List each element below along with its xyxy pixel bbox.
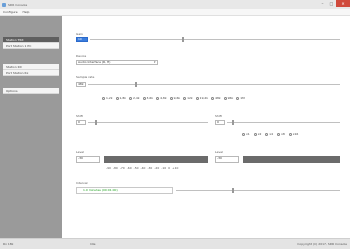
sidebar: Station TRX Port Station 1 PC Station RX…	[0, 16, 62, 238]
timer-label: Interval	[76, 181, 88, 185]
radio-icon	[129, 96, 133, 100]
timer-slider-track[interactable]	[176, 190, 340, 191]
sample-rate-slider-track[interactable]	[88, 84, 340, 85]
sample-rate-input[interactable]: 48k	[76, 82, 86, 87]
device-label: Device	[76, 54, 87, 58]
radio-icon	[211, 96, 215, 100]
minimize-button[interactable]: –	[318, 0, 327, 7]
sidebar-group-rx: Station RX Port Station Rx	[3, 64, 59, 76]
radio-icon	[288, 132, 292, 136]
window-title: SDR Console	[8, 2, 28, 7]
shift-right-slider-thumb[interactable]	[232, 120, 234, 125]
shift-right-label: Shift	[215, 114, 222, 118]
level-scale: -90 -80 -70 -60 -50 -40 -30 -20 -10 0 +1…	[106, 166, 179, 170]
sidebar-item-port-station-rx[interactable]: Port Station Rx	[3, 70, 59, 76]
device-select[interactable]: Audio Interface (R, H)	[76, 60, 158, 65]
multiplier-option[interactable]: x1	[242, 132, 250, 136]
window-controls: – □ ✕	[318, 0, 350, 9]
shift-left-slider-track[interactable]	[88, 122, 208, 123]
shift-left-label: Shift	[76, 114, 83, 118]
radio-icon	[265, 132, 269, 136]
radio-icon	[156, 96, 160, 100]
shift-right-input[interactable]: 0	[215, 120, 225, 125]
gain-slider-thumb[interactable]	[182, 37, 184, 42]
sidebar-item-options[interactable]: Options	[3, 88, 59, 94]
sidebar-item-port-station-pc[interactable]: Port Station 1 PC	[3, 43, 59, 49]
status-middle: Idle	[90, 242, 96, 246]
level-left-label: Level	[76, 150, 84, 154]
status-bar: Rx 18k Idle Copyright (C) 2017, SDR Cons…	[0, 238, 350, 249]
rate-option[interactable]: 12k	[183, 96, 193, 100]
rate-option[interactable]: 1M	[236, 96, 245, 100]
rate-option[interactable]: 1,2k	[102, 96, 113, 100]
radio-icon	[242, 132, 245, 136]
level-left-meter	[104, 156, 208, 163]
multiplier-option[interactable]: x2	[253, 132, 261, 136]
menu-bar: Configure Help	[0, 9, 350, 16]
radio-icon	[223, 96, 227, 100]
sample-rate-slider-thumb[interactable]	[135, 82, 137, 87]
shift-left-input[interactable]: 0	[76, 120, 86, 125]
close-button[interactable]: ✕	[336, 0, 350, 7]
radio-icon	[195, 96, 199, 100]
rate-option[interactable]: 3,6k	[142, 96, 153, 100]
level-right-input[interactable]: -30	[215, 156, 239, 163]
menu-help[interactable]: Help	[23, 10, 30, 14]
rate-option[interactable]: 9,6k	[169, 96, 180, 100]
radio-icon	[102, 96, 105, 100]
rate-option[interactable]: 2,4k	[129, 96, 140, 100]
status-right: Copyright (C) 2017, SDR Console	[297, 242, 347, 246]
sample-rate-label: Sample rate	[76, 75, 95, 79]
app-icon	[2, 2, 6, 7]
sidebar-group-options: Options	[3, 88, 59, 94]
radio-icon	[253, 132, 257, 136]
radio-icon	[115, 96, 119, 100]
maximize-button[interactable]: □	[327, 0, 336, 7]
rate-option[interactable]: 1,8k	[115, 96, 126, 100]
multiplier-option[interactable]: x8	[277, 132, 285, 136]
menu-configure[interactable]: Configure	[3, 10, 18, 14]
radio-icon	[277, 132, 281, 136]
radio-icon	[169, 96, 173, 100]
gain-slider-track[interactable]	[90, 39, 340, 40]
level-left-input[interactable]: -30	[76, 156, 100, 163]
timer-slider-thumb[interactable]	[232, 188, 234, 193]
shift-left-slider-thumb[interactable]	[95, 120, 97, 125]
multiplier-options: x1 x2 x4 x8 x16	[242, 132, 298, 136]
rate-option[interactable]: 19,2k	[195, 96, 208, 100]
status-left: Rx 18k	[3, 242, 14, 246]
radio-icon	[142, 96, 146, 100]
gain-label: Gain	[76, 32, 83, 36]
app-window: SDR Console – □ ✕ Configure Help Station…	[0, 0, 350, 249]
sidebar-group-trx: Station TRX Port Station 1 PC	[3, 37, 59, 49]
level-right-meter	[243, 156, 340, 163]
rate-option[interactable]: 48k	[211, 96, 221, 100]
sample-rate-options: 1,2k 1,8k 2,4k 3,6k 4,8k 9,6k 12k 19,2k …	[102, 96, 245, 100]
gain-input[interactable]: 10	[76, 37, 88, 42]
timer-value: 1.0 minutes (00:01:00)	[76, 187, 173, 194]
rate-option[interactable]: 4,8k	[156, 96, 167, 100]
multiplier-option[interactable]: x4	[265, 132, 273, 136]
rate-option[interactable]: 96k	[223, 96, 233, 100]
chevron-down-icon: ▾	[154, 60, 156, 64]
multiplier-option[interactable]: x16	[288, 132, 298, 136]
radio-icon	[183, 96, 187, 100]
level-right-label: Level	[215, 150, 223, 154]
radio-icon	[236, 96, 240, 100]
shift-right-slider-track[interactable]	[227, 122, 340, 123]
main-panel: Gain 10 Device Audio Interface (R, H) ▾ …	[62, 16, 350, 238]
title-bar: SDR Console – □ ✕	[0, 0, 350, 9]
